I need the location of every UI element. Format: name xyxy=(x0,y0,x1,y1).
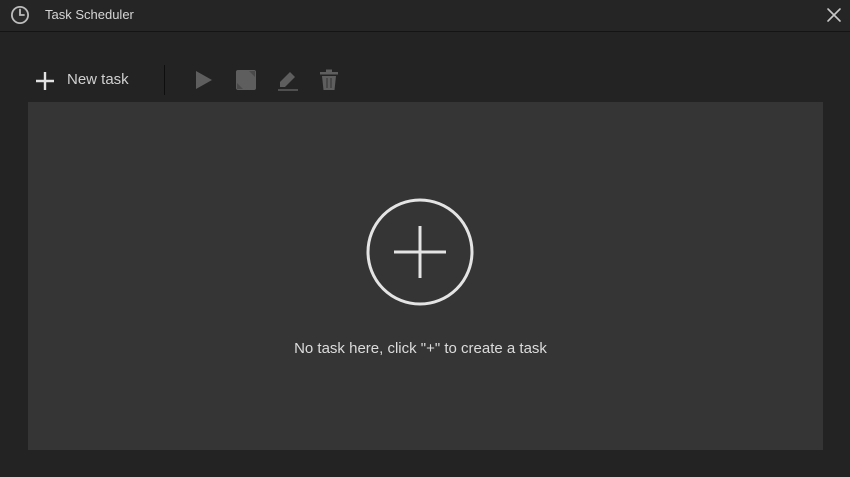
window-title: Task Scheduler xyxy=(45,7,134,22)
new-task-label: New task xyxy=(67,71,129,88)
clock-icon xyxy=(11,6,29,24)
task-list-panel: No task here, click "+" to create a task xyxy=(28,102,823,450)
trash-icon[interactable] xyxy=(317,68,341,92)
toolbar: New task xyxy=(0,62,850,98)
toolbar-divider xyxy=(164,65,165,95)
title-bar: Task Scheduler xyxy=(0,0,850,32)
plus-circle-icon[interactable] xyxy=(365,197,475,307)
plus-icon xyxy=(36,72,54,90)
task-scheduler-window: Task Scheduler New task No task here, cl… xyxy=(0,0,850,477)
empty-state-message: No task here, click "+" to create a task xyxy=(294,340,547,357)
close-icon[interactable] xyxy=(824,5,844,25)
stop-icon[interactable] xyxy=(234,68,258,92)
pencil-icon[interactable] xyxy=(276,68,300,92)
new-task-button[interactable]: New task xyxy=(32,66,144,94)
play-icon[interactable] xyxy=(192,68,216,92)
